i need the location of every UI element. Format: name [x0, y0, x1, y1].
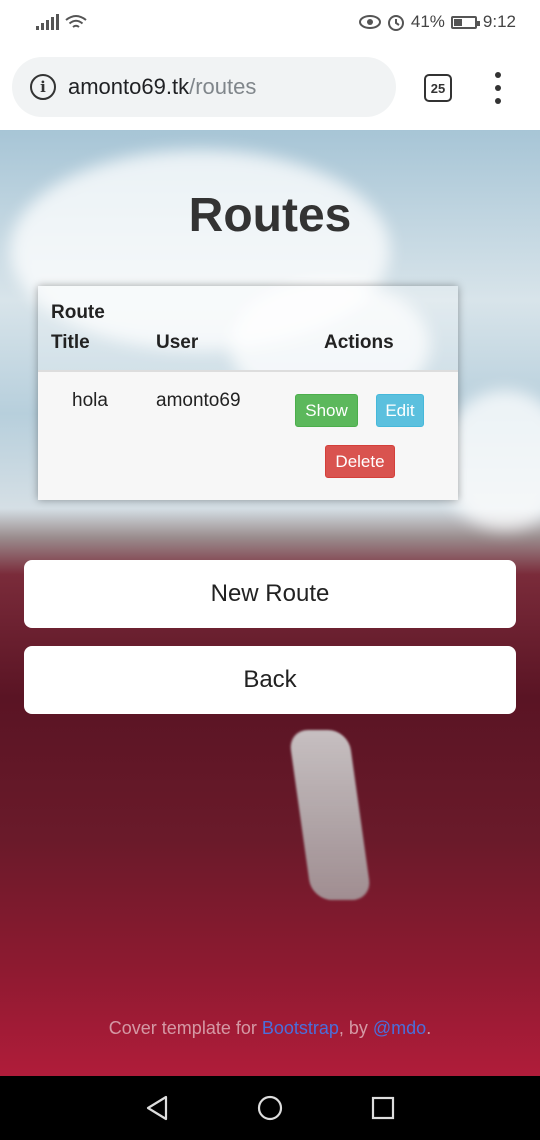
eye-icon	[358, 15, 381, 29]
alarm-icon	[387, 15, 404, 31]
browser-toolbar: i amonto69.tk/routes 25	[0, 44, 540, 130]
footer-prefix: Cover template for	[108, 1018, 262, 1038]
table-row: hola amonto69 Show Edit Delete	[38, 372, 458, 500]
footer-suffix: .	[426, 1018, 432, 1038]
delete-button[interactable]: Delete	[325, 445, 395, 478]
status-bar: 41% 9:12	[0, 0, 540, 44]
table-header: Route Title User Actions	[38, 286, 458, 372]
back-button[interactable]: Back	[24, 646, 516, 714]
bootstrap-link[interactable]: Bootstrap	[262, 1018, 339, 1038]
more-menu-icon[interactable]	[488, 72, 508, 104]
footer-text: Cover template for Bootstrap, by @mdo.	[0, 1018, 540, 1039]
edit-button[interactable]: Edit	[376, 394, 424, 427]
background-road	[288, 730, 372, 900]
show-button[interactable]: Show	[295, 394, 358, 427]
clock: 9:12	[482, 12, 516, 31]
mdo-link[interactable]: @mdo	[373, 1018, 426, 1038]
footer-middle: , by	[338, 1018, 373, 1038]
address-bar[interactable]: i amonto69.tk/routes	[12, 57, 396, 117]
url-domain: amonto69.tk	[68, 74, 190, 99]
page-content: Routes Route Title User Actions hola amo…	[0, 130, 540, 1076]
route-title-cell: hola	[72, 390, 108, 411]
recents-nav-icon[interactable]	[369, 1094, 397, 1122]
new-route-button[interactable]: New Route	[24, 560, 516, 628]
back-nav-icon[interactable]	[143, 1094, 171, 1122]
routes-table: Route Title User Actions hola amonto69 S…	[38, 286, 458, 500]
tab-switcher-button[interactable]: 25	[424, 74, 452, 102]
system-nav-bar	[0, 1076, 540, 1140]
info-icon[interactable]: i	[30, 74, 56, 100]
battery-icon	[450, 15, 480, 29]
header-route-title: Route Title	[51, 302, 105, 353]
page-title: Routes	[188, 189, 352, 242]
signal-icon	[36, 14, 59, 30]
wifi-icon	[65, 15, 87, 28]
user-cell: amonto69	[156, 390, 241, 411]
home-nav-icon[interactable]	[256, 1094, 284, 1122]
header-user: User	[156, 332, 199, 353]
header-actions: Actions	[324, 332, 394, 353]
url-path: /routes	[189, 74, 257, 99]
battery-percent: 41%	[410, 12, 445, 31]
